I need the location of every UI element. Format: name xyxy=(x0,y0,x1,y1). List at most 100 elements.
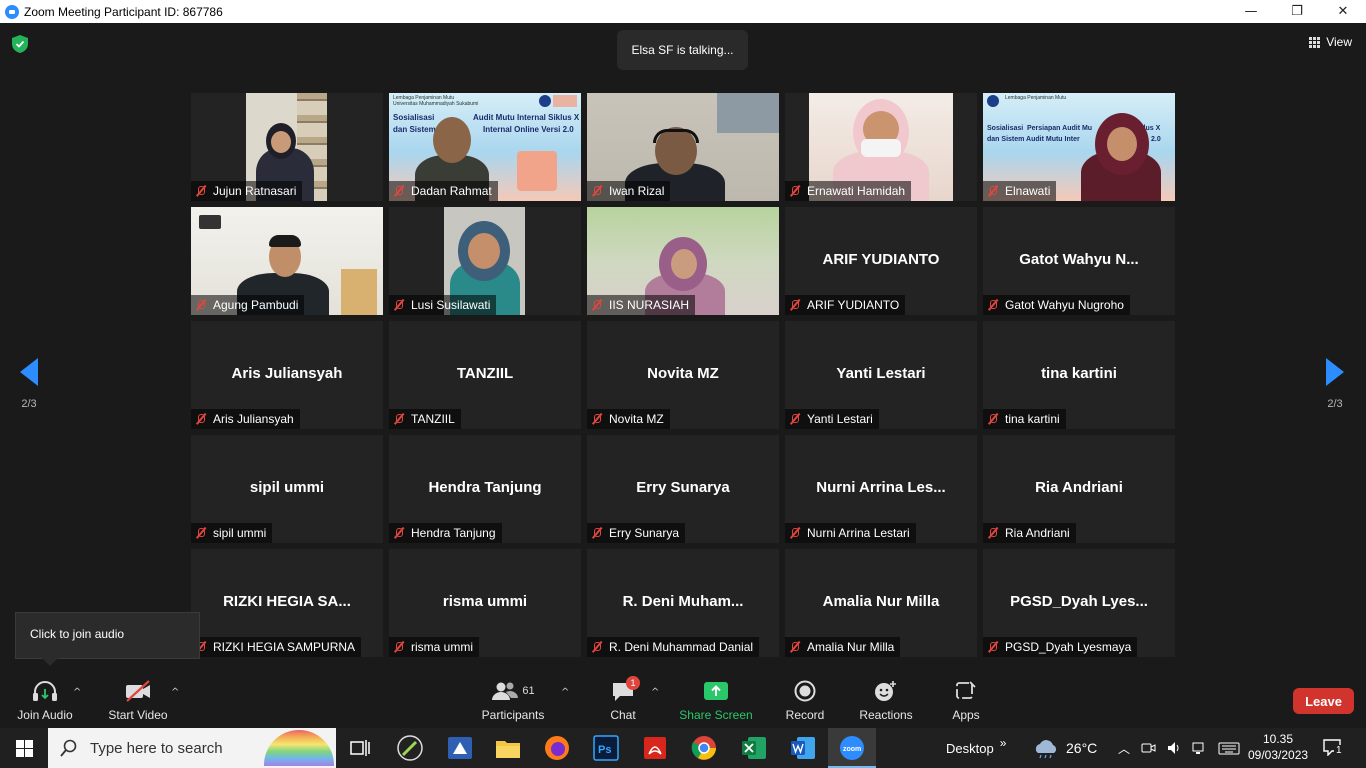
participant-display-name: Gatot Wahyu N... xyxy=(1019,251,1139,268)
window-title: Zoom Meeting Participant ID: 867786 xyxy=(24,4,223,19)
participant-display-name: Nurni Arrina Les... xyxy=(816,479,946,496)
speaker-icon[interactable] xyxy=(1166,740,1182,756)
participant-tile[interactable]: IIS NURASIAH xyxy=(587,207,779,315)
file-explorer-icon[interactable] xyxy=(494,734,522,762)
zoom-taskbar-item[interactable]: zoom xyxy=(828,728,876,768)
participant-label: Agung Pambudi xyxy=(191,295,305,315)
minimize-button[interactable]: — xyxy=(1228,0,1274,23)
network-icon[interactable] xyxy=(1192,740,1208,756)
search-highlight-image xyxy=(264,730,334,766)
search-placeholder: Type here to search xyxy=(90,739,223,757)
participant-name: Aris Juliansyah xyxy=(213,412,294,426)
share-screen-button[interactable]: Share Screen xyxy=(678,679,754,722)
participant-name: Erry Sunarya xyxy=(609,526,680,540)
excel-icon[interactable] xyxy=(740,734,768,762)
participant-display-name: sipil ummi xyxy=(249,479,325,496)
participant-label: Gatot Wahyu Nugroho xyxy=(983,295,1130,315)
participant-display-name: RIZKI HEGIA SA... xyxy=(223,593,351,610)
desktop-label: Desktop xyxy=(946,740,994,756)
keyboard-icon[interactable] xyxy=(1218,740,1240,756)
previous-page-button[interactable]: 2/3 xyxy=(14,358,44,410)
notification-center-button[interactable]: 1 xyxy=(1322,738,1346,758)
participant-tile[interactable]: Agung Pambudi xyxy=(191,207,383,315)
participants-button[interactable]: 61 Participants xyxy=(478,679,548,722)
participant-name: Yanti Lestari xyxy=(807,412,873,426)
leave-button[interactable]: Leave xyxy=(1293,688,1354,714)
participant-display-name: Hendra Tanjung xyxy=(428,479,542,496)
muted-mic-icon xyxy=(591,299,603,311)
participant-tile[interactable]: Lusi Susilawati xyxy=(389,207,581,315)
photoshop-icon[interactable]: Ps xyxy=(592,734,620,762)
participant-tile[interactable]: R. Deni Muham... R. Deni Muhammad Danial xyxy=(587,549,779,657)
join-audio-button[interactable]: Join Audio xyxy=(14,679,76,722)
close-button[interactable]: ✕ xyxy=(1320,0,1366,23)
muted-mic-icon xyxy=(987,299,999,311)
participant-tile[interactable]: Ria Andriani Ria Andriani xyxy=(983,435,1175,543)
word-icon[interactable] xyxy=(789,734,817,762)
desktop-chevron: » xyxy=(999,736,1007,750)
participant-tile[interactable]: Novita MZ Novita MZ xyxy=(587,321,779,429)
participant-tile[interactable]: RIZKI HEGIA SA... RIZKI HEGIA SAMPURNA xyxy=(191,549,383,657)
participant-tile[interactable]: Yanti Lestari Yanti Lestari xyxy=(785,321,977,429)
next-page-button[interactable]: 2/3 xyxy=(1320,358,1350,410)
app-pen-tool-icon[interactable] xyxy=(396,734,424,762)
participant-tile[interactable]: Iwan Rizal xyxy=(587,93,779,201)
record-button[interactable]: Record xyxy=(782,679,828,722)
task-view-icon[interactable] xyxy=(346,734,374,762)
notification-count: 1 xyxy=(1334,745,1344,756)
acrobat-icon[interactable] xyxy=(641,734,669,762)
chevron-up-icon[interactable]: ︿ xyxy=(1118,740,1130,757)
participant-tile[interactable]: Ernawati Hamidah xyxy=(785,93,977,201)
muted-mic-icon xyxy=(789,641,801,653)
participant-name: Elnawati xyxy=(1005,184,1051,198)
apps-button[interactable]: Apps xyxy=(946,679,986,722)
chrome-icon[interactable] xyxy=(690,734,718,762)
participant-tile[interactable]: Hendra Tanjung Hendra Tanjung xyxy=(389,435,581,543)
participant-tile[interactable]: TANZIIL TANZIIL xyxy=(389,321,581,429)
participant-tile[interactable]: PGSD_Dyah Lyes... PGSD_Dyah Lyesmaya xyxy=(983,549,1175,657)
participant-tile[interactable]: Lembaga Penjaminan Mutu Sosialisasi Pers… xyxy=(983,93,1175,201)
desktop-toolbar[interactable]: Desktop » xyxy=(946,728,1006,768)
start-button[interactable] xyxy=(0,728,48,768)
participant-tile[interactable]: ARIF YUDIANTO ARIF YUDIANTO xyxy=(785,207,977,315)
chat-button[interactable]: 1 Chat xyxy=(600,676,646,722)
audio-options-caret[interactable]: ^ xyxy=(73,687,81,698)
firefox-icon[interactable] xyxy=(543,734,571,762)
participant-name: Lusi Susilawati xyxy=(411,298,491,312)
taskbar-search-box[interactable]: Type here to search xyxy=(48,728,336,768)
slide-text: Sistem Audit Mutu Inter xyxy=(1001,136,1080,143)
meet-now-icon[interactable] xyxy=(1140,740,1156,756)
video-off-icon xyxy=(126,680,150,702)
restore-button[interactable]: ❐ xyxy=(1274,0,1320,23)
participant-display-name: PGSD_Dyah Lyes... xyxy=(1010,593,1148,610)
participant-tile[interactable]: sipil ummi sipil ummi xyxy=(191,435,383,543)
weather-widget[interactable]: 26°C xyxy=(1032,728,1097,768)
participant-tile[interactable]: Nurni Arrina Les... Nurni Arrina Lestari xyxy=(785,435,977,543)
start-video-button[interactable]: Start Video xyxy=(105,679,171,722)
reactions-button[interactable]: Reactions xyxy=(856,679,916,722)
participant-label: Dadan Rahmat xyxy=(389,181,498,201)
participant-tile[interactable]: Gatot Wahyu N... Gatot Wahyu Nugroho xyxy=(983,207,1175,315)
app-blue-icon[interactable] xyxy=(446,734,474,762)
participant-display-name: R. Deni Muham... xyxy=(622,593,744,610)
participant-tile[interactable]: Erry Sunarya Erry Sunarya xyxy=(587,435,779,543)
shield-icon[interactable] xyxy=(12,35,28,53)
chat-options-caret[interactable]: ^ xyxy=(651,687,659,698)
arrow-right-icon xyxy=(1326,358,1344,386)
participant-tile[interactable]: Amalia Nur Milla Amalia Nur Milla xyxy=(785,549,977,657)
clock-time: 10.35 xyxy=(1262,732,1294,746)
grid-view-icon xyxy=(1309,36,1321,48)
apps-icon xyxy=(956,681,976,699)
participant-tile[interactable]: risma ummi risma ummi xyxy=(389,549,581,657)
participants-options-caret[interactable]: ^ xyxy=(561,687,569,698)
join-audio-tooltip: Click to join audio xyxy=(15,612,200,666)
participant-tile[interactable]: Jujun Ratnasari xyxy=(191,93,383,201)
participant-tile[interactable]: Aris Juliansyah Aris Juliansyah xyxy=(191,321,383,429)
participant-name: Jujun Ratnasari xyxy=(213,184,297,198)
clock[interactable]: 10.35 09/03/2023 xyxy=(1248,731,1308,763)
view-button[interactable]: View xyxy=(1309,35,1352,49)
participant-tile[interactable]: tina kartini tina kartini xyxy=(983,321,1175,429)
search-icon xyxy=(60,739,77,757)
participant-tile[interactable]: Lembaga Penjaminan Mutu Universitas Muham… xyxy=(389,93,581,201)
video-options-caret[interactable]: ^ xyxy=(171,687,179,698)
